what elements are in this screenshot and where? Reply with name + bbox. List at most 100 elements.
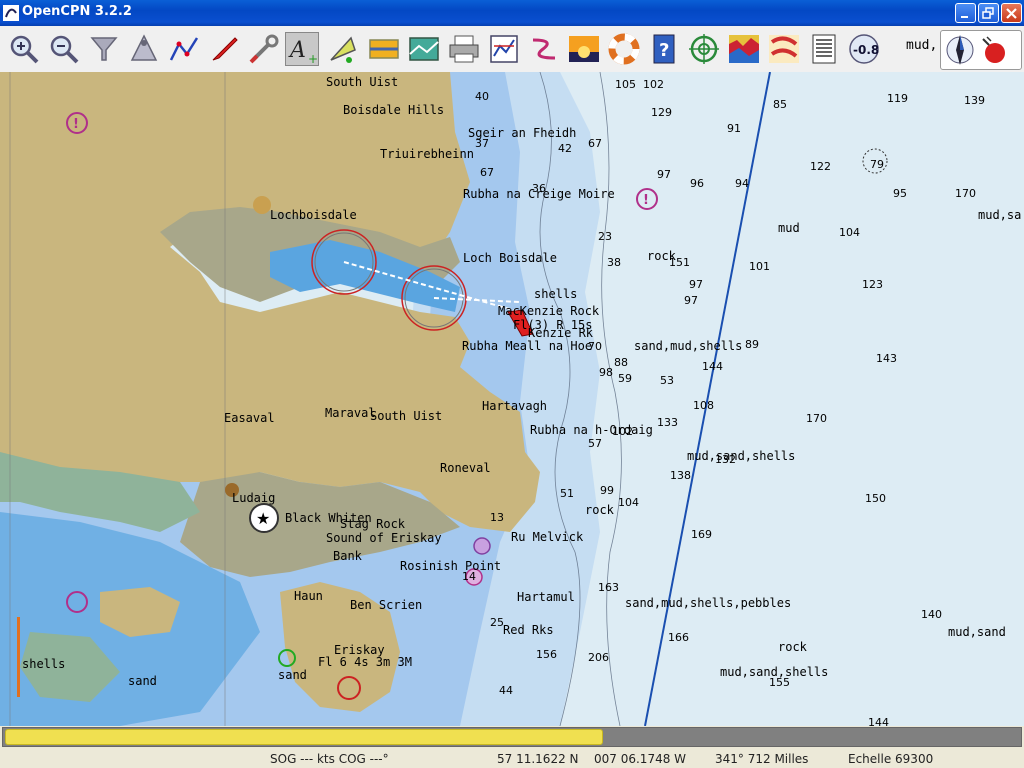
print-icon[interactable]	[447, 32, 481, 66]
depth-sounding: 104	[618, 496, 639, 509]
chart-label: Rubha Meall na Hoe	[462, 339, 592, 353]
text-tool-icon[interactable]: A +	[285, 32, 319, 66]
latitude-readout: 57 11.1622 N	[497, 752, 579, 766]
depth-sounding: 53	[660, 374, 674, 387]
maximize-button[interactable]	[978, 3, 999, 23]
ais-icon[interactable]	[207, 32, 241, 66]
depth-sounding: 102	[643, 78, 664, 91]
depth-sounding: 37	[475, 137, 489, 150]
charts-icon[interactable]	[487, 32, 521, 66]
chart-label: Ludaig	[232, 491, 275, 505]
sunset-icon[interactable]	[567, 32, 601, 66]
chart-label: Fl 6 4s 3m 3M	[318, 655, 412, 669]
chart-label: Sound of Eriskay	[326, 531, 442, 545]
depth-sounding: 85	[773, 98, 787, 111]
chart-label: rock	[778, 640, 808, 654]
sog-cog-readout: SOG --- kts COG ---°	[270, 752, 389, 766]
scale-out-icon[interactable]	[127, 32, 161, 66]
tides-icon[interactable]	[727, 32, 761, 66]
gps-status-icon	[982, 36, 1005, 63]
scale-in-icon[interactable]	[87, 32, 121, 66]
current-icon[interactable]	[767, 32, 801, 66]
depth-sounding: 51	[560, 487, 574, 500]
lifebuoy-icon[interactable]	[607, 32, 641, 66]
chart-label: Roneval	[440, 461, 491, 475]
depth-sounding: 97	[689, 278, 703, 291]
chart-label: shells	[534, 287, 577, 301]
zoom-in-icon[interactable]	[7, 32, 41, 66]
chart-label: MacKenzie Rock	[498, 304, 600, 318]
chart-label: mud,sand,shells	[687, 449, 795, 463]
progress-bar	[5, 729, 603, 745]
depth-sounding: 122	[810, 160, 831, 173]
depth-sounding: 143	[876, 352, 897, 365]
tools-icon[interactable]	[247, 32, 281, 66]
depth-sounding: 138	[670, 469, 691, 482]
status-bar: SOG --- kts COG ---° 57 11.1622 N 007 06…	[0, 750, 1024, 768]
depth-sounding: 97	[657, 168, 671, 181]
longitude-readout: 007 06.1748 W	[594, 752, 687, 766]
title-bar: OpenCPN 3.2.2	[0, 0, 1024, 26]
depth-sounding: 166	[668, 631, 689, 644]
app-icon	[3, 5, 19, 21]
chart-label: sand	[278, 668, 307, 682]
chart-label: mud	[778, 221, 800, 235]
depth-sounding: 123	[862, 278, 883, 291]
depth-sounding: 170	[806, 412, 827, 425]
depth-sounding: 163	[598, 581, 619, 594]
depth-sounding: 42	[558, 142, 572, 155]
chart-label: Rosinish Point	[400, 559, 501, 573]
track-icon[interactable]	[327, 32, 361, 66]
sea-level-icon[interactable]: -0.8	[847, 32, 881, 66]
compass-rose-icon	[946, 35, 974, 65]
scale-readout: Echelle 69300	[848, 752, 934, 766]
depth-sounding: 101	[749, 260, 770, 273]
depth-sounding: 91	[727, 122, 741, 135]
depth-sounding: 44	[499, 684, 513, 697]
svg-text:A: A	[288, 38, 306, 63]
help-icon[interactable]: ?	[647, 32, 681, 66]
purple-marker	[473, 537, 491, 555]
depth-sounding: 104	[839, 226, 860, 239]
depth-sounding: 38	[607, 256, 621, 269]
depth-sounding: 95	[893, 187, 907, 200]
chart-label: Stag Rock	[340, 517, 406, 531]
chart-label: mud,sa	[978, 208, 1021, 222]
svg-text:?: ?	[659, 40, 669, 61]
depth-sounding: 14	[462, 570, 476, 583]
chart-label: sand	[128, 674, 157, 688]
depth-sounding: 144	[868, 716, 889, 726]
close-button[interactable]	[1001, 3, 1022, 23]
depth-sounding: 119	[887, 92, 908, 105]
list-icon[interactable]	[807, 32, 841, 66]
chart-label: Lochboisdale	[270, 208, 357, 222]
zoom-out-icon[interactable]	[47, 32, 81, 66]
quilt-icon[interactable]	[367, 32, 401, 66]
minimize-button[interactable]	[955, 3, 976, 23]
chart-label: mud,sand	[948, 625, 1006, 639]
chart-label: Kenzie Rk	[528, 326, 594, 340]
chart-label: Ben Scrien	[350, 598, 422, 612]
compass-widget[interactable]	[940, 30, 1022, 70]
depth-sounding: 144	[702, 360, 723, 373]
layout-icon[interactable]	[527, 32, 561, 66]
depth-sounding: 79	[870, 158, 884, 171]
depth-sounding: 40	[475, 90, 489, 103]
chart-label: Haun	[294, 589, 323, 603]
chart-label: Boisdale Hills	[343, 103, 444, 117]
svg-text:★: ★	[256, 509, 270, 528]
depth-sounding: 67	[480, 166, 494, 179]
depth-sounding: 105	[615, 78, 636, 91]
chart-label: Bank	[333, 549, 363, 563]
settings-icon[interactable]	[407, 32, 441, 66]
nautical-chart-canvas[interactable]: !! ★ South Uist Boisdale Hills Sgeir an Fh…	[0, 72, 1024, 726]
svg-text:-0.8: -0.8	[853, 43, 879, 57]
depth-sounding: 70	[588, 340, 602, 353]
svg-text:+: +	[308, 52, 318, 66]
depth-sounding: 139	[964, 94, 985, 107]
target-icon[interactable]	[687, 32, 721, 66]
svg-text:!: !	[73, 117, 79, 132]
depth-sounding: 133	[657, 416, 678, 429]
chart-label: Ru Melvick	[511, 530, 584, 544]
route-icon[interactable]	[167, 32, 201, 66]
